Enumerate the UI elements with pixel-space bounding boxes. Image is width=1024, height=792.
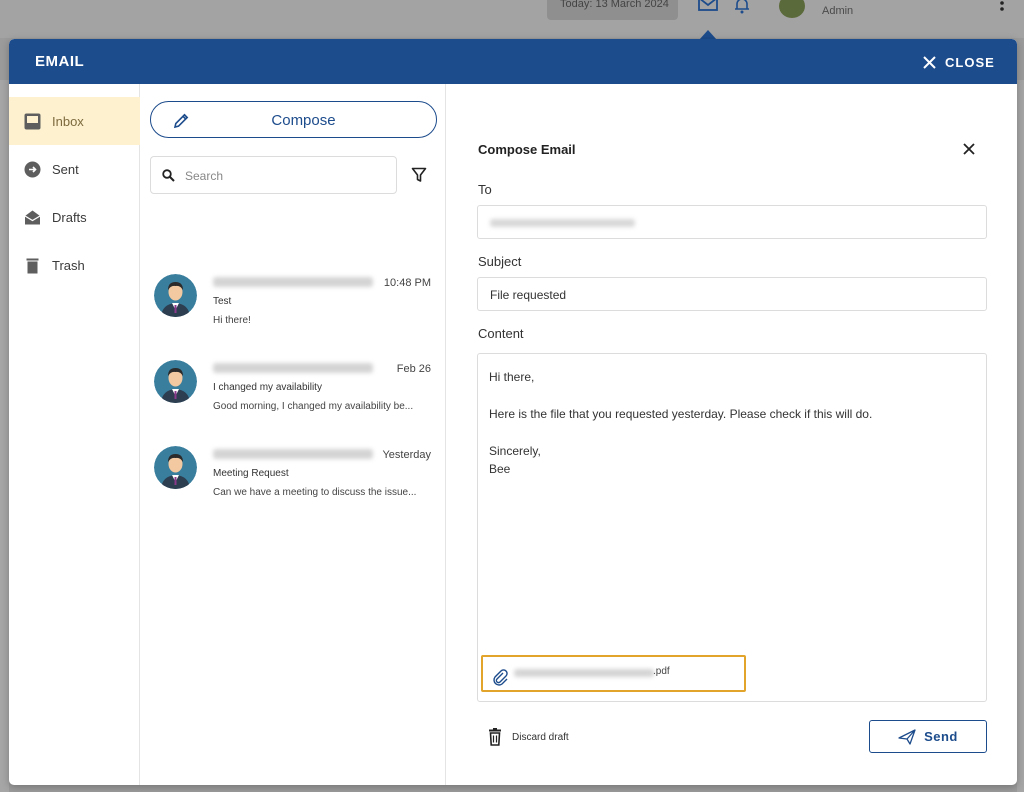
sidebar-item-drafts[interactable]: Drafts xyxy=(9,193,140,241)
search-field xyxy=(150,156,397,194)
to-field[interactable] xyxy=(477,205,987,239)
subject-field xyxy=(477,277,987,311)
avatar xyxy=(154,446,197,489)
sidebar-item-sent[interactable]: Sent xyxy=(9,145,140,193)
recipient-redacted xyxy=(490,219,635,227)
message-subject: Test xyxy=(213,296,232,307)
background-date: Today: 13 March 2024 xyxy=(547,0,678,20)
search-input[interactable] xyxy=(185,166,385,186)
close-label: CLOSE xyxy=(945,54,995,70)
list-item[interactable]: Yesterday Meeting Request Can we have a … xyxy=(140,446,446,525)
attachment-extension: .pdf xyxy=(653,666,670,677)
message-subject: I changed my availability xyxy=(213,382,322,393)
close-icon xyxy=(923,55,936,69)
message-list-column: Compose 10:48 PM Test Hi there! Feb 26 I… xyxy=(140,84,446,785)
modal-title: EMAIL xyxy=(35,53,85,70)
send-icon xyxy=(898,728,916,745)
sender-redacted xyxy=(213,449,373,459)
sent-icon xyxy=(24,161,41,178)
filter-icon[interactable] xyxy=(411,167,427,183)
trash-icon xyxy=(24,257,41,274)
list-item[interactable]: 10:48 PM Test Hi there! xyxy=(140,274,446,353)
user-avatar xyxy=(779,0,805,18)
sender-redacted xyxy=(213,277,373,287)
discard-draft-button[interactable]: Discard draft xyxy=(488,727,569,747)
avatar xyxy=(154,360,197,403)
attachment-name-redacted xyxy=(514,669,654,677)
compose-panel: Compose Email To Subject Content Hi ther… xyxy=(446,84,1017,785)
content-editor[interactable]: Hi there, Here is the file that you requ… xyxy=(477,353,987,702)
send-button[interactable]: Send xyxy=(869,720,987,753)
to-label: To xyxy=(478,182,492,197)
compose-title: Compose Email xyxy=(478,142,576,157)
email-modal: EMAIL CLOSE Inbox Sent Drafts Trash Comp… xyxy=(9,39,1017,785)
background-right xyxy=(1017,80,1024,792)
message-preview: Hi there! xyxy=(213,315,251,326)
sidebar-item-label: Trash xyxy=(52,257,85,273)
bell-icon xyxy=(735,0,749,14)
folder-sidebar: Inbox Sent Drafts Trash xyxy=(9,84,140,785)
paperclip-icon xyxy=(493,669,508,686)
subject-label: Subject xyxy=(478,254,522,269)
background-left xyxy=(0,80,9,792)
send-label: Send xyxy=(924,729,958,744)
message-time: 10:48 PM xyxy=(383,277,431,289)
content-label: Content xyxy=(478,326,524,341)
message-time: Feb 26 xyxy=(396,363,431,375)
message-subject: Meeting Request xyxy=(213,468,289,479)
message-time: Yesterday xyxy=(382,449,431,461)
kebab-menu-icon xyxy=(1000,1,1004,11)
user-role: Admin xyxy=(822,5,854,17)
background-topbar: Today: 13 March 2024 Admin xyxy=(0,0,1024,38)
mail-icon xyxy=(698,0,718,11)
attachment-chip[interactable]: .pdf xyxy=(481,655,746,692)
sender-redacted xyxy=(213,363,373,373)
compose-button[interactable]: Compose xyxy=(150,101,437,138)
search-icon xyxy=(162,169,175,182)
sidebar-item-label: Inbox xyxy=(52,113,84,129)
sidebar-item-trash[interactable]: Trash xyxy=(9,241,140,289)
trash-icon xyxy=(489,728,501,746)
modal-header: EMAIL CLOSE xyxy=(9,39,1017,84)
content-text: Hi there, Here is the file that you requ… xyxy=(489,370,873,477)
discard-label: Discard draft xyxy=(512,731,569,743)
message-preview: Good morning, I changed my availability … xyxy=(213,401,414,412)
compose-label: Compose xyxy=(271,112,336,129)
list-item[interactable]: Feb 26 I changed my availability Good mo… xyxy=(140,360,446,439)
subject-input[interactable] xyxy=(490,285,970,305)
sidebar-item-inbox[interactable]: Inbox xyxy=(9,97,140,145)
close-icon[interactable] xyxy=(963,143,975,155)
drafts-icon xyxy=(24,209,41,226)
sidebar-item-label: Drafts xyxy=(52,209,87,225)
message-preview: Can we have a meeting to discuss the iss… xyxy=(213,487,417,498)
inbox-icon xyxy=(24,113,41,130)
close-button[interactable]: CLOSE xyxy=(923,53,995,71)
sidebar-item-label: Sent xyxy=(52,161,79,177)
avatar xyxy=(154,274,197,317)
